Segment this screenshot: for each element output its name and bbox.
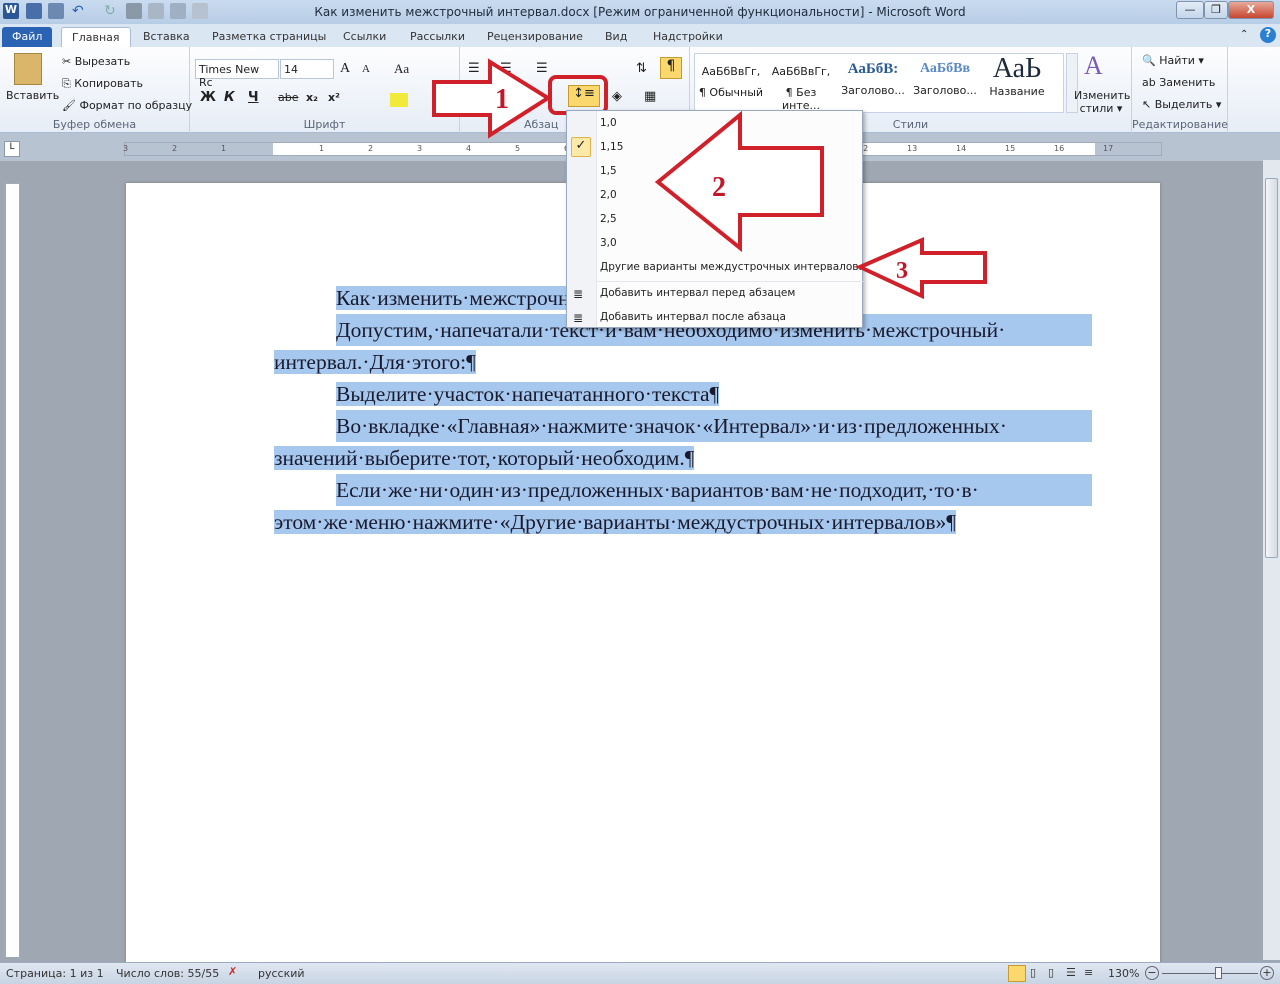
annotation-2: 2	[712, 172, 726, 203]
language[interactable]: русский	[258, 967, 305, 980]
zoom-slider[interactable]	[1162, 973, 1258, 974]
zoom-level[interactable]: 130%	[1108, 967, 1139, 980]
annotation-layer: 1 2 3	[432, 58, 987, 300]
proofing-icon[interactable]: ✗	[228, 965, 237, 978]
word-count[interactable]: Число слов: 55/55	[116, 967, 219, 980]
status-bar: Страница: 1 из 1 Число слов: 55/55 ✗ рус…	[0, 962, 1280, 984]
zoom-in-button[interactable]: +	[1260, 966, 1274, 980]
page-count[interactable]: Страница: 1 из 1	[6, 967, 104, 980]
zoom-slider-thumb[interactable]	[1215, 967, 1223, 979]
reading-view-icon[interactable]: ▯	[1030, 966, 1036, 979]
web-view-icon[interactable]: ▯	[1048, 966, 1054, 979]
arrow-2	[654, 110, 824, 253]
outline-view-icon[interactable]: ☰	[1066, 966, 1076, 979]
arrow-1	[432, 58, 552, 139]
annotation-3: 3	[896, 258, 908, 284]
zoom-out-button[interactable]: −	[1145, 966, 1159, 980]
draft-view-icon[interactable]: ≡	[1084, 966, 1093, 979]
print-layout-view-icon[interactable]	[1008, 965, 1026, 982]
arrow-3	[855, 236, 987, 300]
annotation-1: 1	[495, 84, 509, 115]
